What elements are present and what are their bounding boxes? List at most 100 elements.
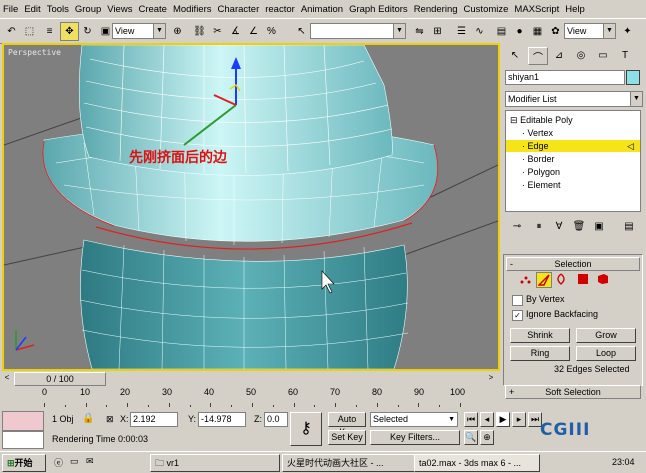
- modifier-list-dropdown[interactable]: Modifier List ▼: [505, 91, 643, 107]
- stack-item-editable-poly[interactable]: ⊟ Editable Poly: [506, 114, 640, 126]
- schematic-view-icon[interactable]: ▤: [492, 22, 511, 41]
- edit-named-selection-icon[interactable]: ↖: [292, 22, 311, 41]
- modify-tab-icon[interactable]: ⌒: [528, 47, 548, 65]
- menu-animation[interactable]: Animation: [298, 4, 346, 15]
- render-scene-icon[interactable]: ▦: [528, 22, 547, 41]
- by-vertex-checkbox[interactable]: [512, 295, 523, 306]
- unlink-icon[interactable]: ✂: [208, 22, 227, 41]
- key-filters-button[interactable]: Key Filters...: [370, 430, 460, 445]
- edge-subobject-icon[interactable]: [536, 272, 552, 288]
- utilities-tab-icon[interactable]: T: [616, 47, 634, 63]
- menu-tools[interactable]: Tools: [44, 4, 72, 15]
- select-region-icon[interactable]: ⬚: [20, 22, 39, 41]
- menu-file[interactable]: File: [0, 4, 21, 15]
- material-editor-icon[interactable]: ●: [510, 22, 529, 41]
- named-selection-dropdown[interactable]: ▼: [310, 23, 406, 39]
- grow-button[interactable]: Grow: [576, 328, 636, 343]
- configure-icon[interactable]: ▤: [621, 218, 637, 234]
- menu-modifiers[interactable]: Modifiers: [170, 4, 215, 15]
- create-tab-icon[interactable]: ↖: [506, 47, 524, 63]
- y-coordinate-field[interactable]: -14.978: [198, 412, 246, 427]
- reference-coord-dropdown[interactable]: View ▼: [112, 23, 166, 39]
- element-subobject-icon[interactable]: [596, 272, 610, 286]
- zoom-icon[interactable]: 🔍: [464, 430, 478, 445]
- maxscript-listener-white[interactable]: [2, 431, 44, 449]
- motion-tab-icon[interactable]: ◎: [572, 47, 590, 63]
- task-3dsmax[interactable]: ta02.max - 3ds max 6 - ...: [414, 454, 540, 472]
- quick-render-icon[interactable]: ✿: [546, 22, 565, 41]
- shrink-button[interactable]: Shrink: [510, 328, 570, 343]
- task-vr1[interactable]: 🗀 vr1: [150, 454, 280, 472]
- hierarchy-tab-icon[interactable]: ⊿: [550, 47, 568, 63]
- undo-icon[interactable]: ↶: [2, 22, 21, 41]
- percent-snap-icon[interactable]: %: [262, 22, 281, 41]
- menu-group[interactable]: Group: [72, 4, 104, 15]
- menu-help[interactable]: Help: [562, 4, 588, 15]
- start-button[interactable]: ⊞开始: [2, 454, 46, 472]
- maxscript-listener-pink[interactable]: [2, 411, 44, 431]
- loop-button[interactable]: Loop: [576, 346, 636, 361]
- go-to-start-icon[interactable]: ⏮: [464, 412, 478, 427]
- soft-selection-rollout-header[interactable]: + Soft Selection: [505, 385, 641, 399]
- select-move-icon[interactable]: ✥: [60, 22, 79, 41]
- menu-edit[interactable]: Edit: [21, 4, 43, 15]
- ie-quicklaunch-icon[interactable]: ⓔ: [54, 456, 63, 469]
- make-unique-icon[interactable]: ∀: [551, 218, 567, 234]
- menu-rendering[interactable]: Rendering: [411, 4, 461, 15]
- stack-item-edge[interactable]: · Edge ◁: [506, 140, 640, 152]
- play-icon[interactable]: ▶: [496, 412, 510, 427]
- pin-stack-icon[interactable]: ⊸: [509, 218, 525, 234]
- absolute-mode-icon[interactable]: ⊠: [106, 414, 114, 425]
- x-coordinate-field[interactable]: 2.192: [130, 412, 178, 427]
- zoom-all-icon[interactable]: ⊕: [480, 430, 494, 445]
- task-browser[interactable]: 火星时代动画大社区 - ...: [282, 454, 416, 472]
- time-slider-thumb[interactable]: 0 / 100: [14, 372, 106, 386]
- ring-button[interactable]: Ring: [510, 346, 570, 361]
- menu-create[interactable]: Create: [135, 4, 170, 15]
- menu-maxscript[interactable]: MAXScript: [511, 4, 562, 15]
- stack-item-element[interactable]: · Element: [506, 179, 640, 191]
- stack-item-border[interactable]: · Border: [506, 153, 640, 165]
- snap-toggle-icon[interactable]: ∡: [226, 22, 245, 41]
- remove-modifier-icon[interactable]: 🗑: [571, 218, 587, 234]
- pivot-center-icon[interactable]: ⊕: [168, 22, 187, 41]
- z-coordinate-field[interactable]: 0.0: [264, 412, 288, 427]
- select-rotate-icon[interactable]: ↻: [78, 22, 97, 41]
- menu-customize[interactable]: Customize: [461, 4, 512, 15]
- object-name-field[interactable]: shiyan1: [505, 70, 625, 85]
- perspective-viewport[interactable]: Perspective 先刚挤面后的边: [2, 43, 500, 371]
- viewport-label[interactable]: Perspective: [8, 48, 61, 57]
- next-frame-icon[interactable]: >: [486, 372, 496, 384]
- render-last-icon[interactable]: ✦: [618, 22, 637, 41]
- time-slider[interactable]: < 0 / 100 >: [2, 372, 496, 386]
- layer-manager-icon[interactable]: ☰: [452, 22, 471, 41]
- polygon-subobject-icon[interactable]: [576, 272, 590, 286]
- angle-snap-icon[interactable]: ∠: [244, 22, 263, 41]
- selection-rollout-header[interactable]: - Selection: [506, 257, 640, 271]
- stack-item-polygon[interactable]: · Polygon: [506, 166, 640, 178]
- previous-frame-icon[interactable]: ◂: [480, 412, 494, 427]
- select-by-name-icon[interactable]: ≡: [40, 22, 59, 41]
- stack-item-vertex[interactable]: · Vertex: [506, 127, 640, 139]
- next-frame-button-icon[interactable]: ▸: [512, 412, 526, 427]
- outlook-quicklaunch-icon[interactable]: ✉: [86, 456, 94, 467]
- render-type-dropdown[interactable]: View ▼: [564, 23, 616, 39]
- desktop-quicklaunch-icon[interactable]: ▭: [70, 456, 79, 467]
- curve-editor-icon[interactable]: ∿: [470, 22, 489, 41]
- trackbar[interactable]: 0 10 20 30 40 50 60 70 80 90 100: [2, 387, 496, 407]
- display-tab-icon[interactable]: ▭: [594, 47, 612, 63]
- menu-graph-editors[interactable]: Graph Editors: [346, 4, 411, 15]
- show-end-result-icon[interactable]: ⏸: [531, 218, 547, 234]
- menu-reactor[interactable]: reactor: [262, 4, 298, 15]
- lock-icon[interactable]: 🔒: [82, 413, 94, 424]
- prev-frame-icon[interactable]: <: [2, 372, 12, 384]
- border-subobject-icon[interactable]: [554, 272, 568, 286]
- mirror-icon[interactable]: ⇋: [410, 22, 429, 41]
- auto-key-button[interactable]: Auto Key: [328, 412, 366, 437]
- set-key-mode-icon[interactable]: ⚷: [290, 412, 322, 446]
- set-key-button[interactable]: Set Key: [328, 430, 366, 445]
- select-link-icon[interactable]: ⛓: [190, 22, 209, 41]
- configure-sets-icon[interactable]: ▣: [591, 218, 607, 234]
- vertex-subobject-icon[interactable]: [518, 272, 532, 286]
- align-icon[interactable]: ⊞: [428, 22, 447, 41]
